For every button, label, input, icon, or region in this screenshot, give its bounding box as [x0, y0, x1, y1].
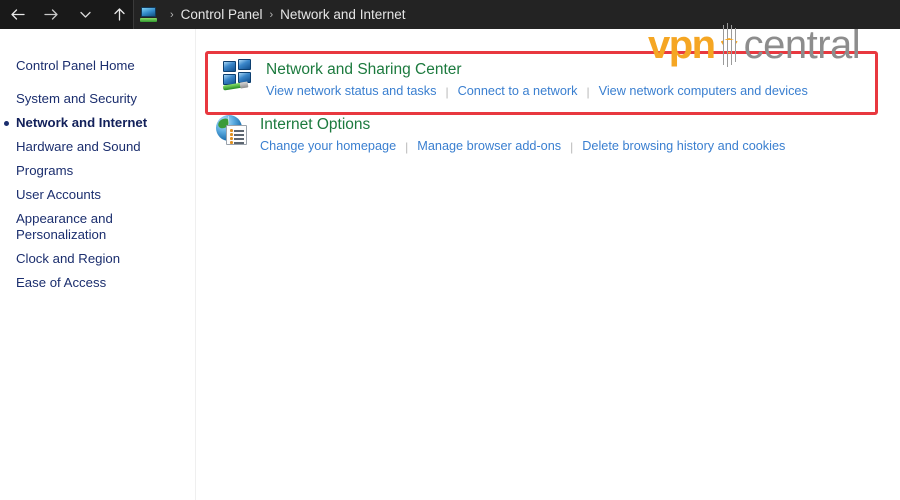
- sidebar-item-programs[interactable]: Programs: [0, 159, 195, 183]
- category-list: Network and Sharing Center View network …: [196, 29, 900, 500]
- link-change-your-homepage[interactable]: Change your homepage: [260, 138, 396, 155]
- network-sharing-center-icon: [222, 59, 256, 93]
- up-arrow-icon: [113, 8, 125, 21]
- link-manage-browser-add-ons[interactable]: Manage browser add-ons: [417, 138, 561, 155]
- link-separator: |: [570, 139, 574, 154]
- sidebar-item-network-and-internet[interactable]: Network and Internet: [0, 111, 195, 135]
- forward-arrow-icon: [43, 9, 58, 20]
- forward-button[interactable]: [34, 0, 68, 29]
- sidebar-item-system-and-security[interactable]: System and Security: [0, 87, 195, 111]
- link-view-network-status-and-tasks[interactable]: View network status and tasks: [266, 83, 436, 100]
- link-view-network-computers-and-devices[interactable]: View network computers and devices: [599, 83, 808, 100]
- sidebar-item-ease-of-access[interactable]: Ease of Access: [0, 271, 195, 295]
- control-panel-icon: [140, 6, 158, 23]
- category-text-block: Network and Sharing Center View network …: [266, 59, 808, 100]
- link-separator: |: [586, 84, 590, 99]
- category-links-internet-options: Change your homepage | Manage browser ad…: [260, 138, 785, 155]
- chevron-down-icon: [79, 11, 91, 18]
- link-connect-to-a-network[interactable]: Connect to a network: [458, 83, 578, 100]
- breadcrumb-separator-0: ›: [170, 8, 174, 21]
- back-arrow-icon: [10, 9, 25, 20]
- sidebar-item-clock-and-region[interactable]: Clock and Region: [0, 247, 195, 271]
- address-bar[interactable]: › Control Panel › Network and Internet: [133, 0, 900, 29]
- back-button[interactable]: [0, 0, 34, 29]
- control-panel-sidebar: Control Panel Home System and Security N…: [0, 29, 196, 500]
- breadcrumb-separator-1: ›: [269, 8, 274, 21]
- category-network-and-sharing-center: Network and Sharing Center View network …: [222, 59, 808, 100]
- category-links-network-and-sharing-center: View network status and tasks | Connect …: [266, 83, 808, 100]
- sidebar-item-user-accounts[interactable]: User Accounts: [0, 183, 195, 207]
- breadcrumb-item-control-panel[interactable]: Control Panel: [181, 7, 263, 22]
- sidebar-item-hardware-and-sound[interactable]: Hardware and Sound: [0, 135, 195, 159]
- category-text-block: Internet Options Change your homepage | …: [260, 114, 785, 155]
- breadcrumb-item-network-and-internet[interactable]: Network and Internet: [280, 7, 405, 22]
- link-separator: |: [405, 139, 409, 154]
- internet-options-icon: [216, 114, 250, 148]
- category-title-network-and-sharing-center[interactable]: Network and Sharing Center: [266, 60, 808, 80]
- sidebar-item-appearance-and-personalization[interactable]: Appearance and Personalization: [0, 207, 156, 247]
- window-titlebar: › Control Panel › Network and Internet: [0, 0, 900, 29]
- recent-locations-button[interactable]: [68, 0, 102, 29]
- link-separator: |: [445, 84, 449, 99]
- up-level-button[interactable]: [102, 0, 136, 29]
- link-delete-browsing-history-and-cookies[interactable]: Delete browsing history and cookies: [582, 138, 785, 155]
- category-internet-options: Internet Options Change your homepage | …: [216, 114, 785, 155]
- category-title-internet-options[interactable]: Internet Options: [260, 115, 785, 135]
- sidebar-item-control-panel-home[interactable]: Control Panel Home: [0, 54, 195, 78]
